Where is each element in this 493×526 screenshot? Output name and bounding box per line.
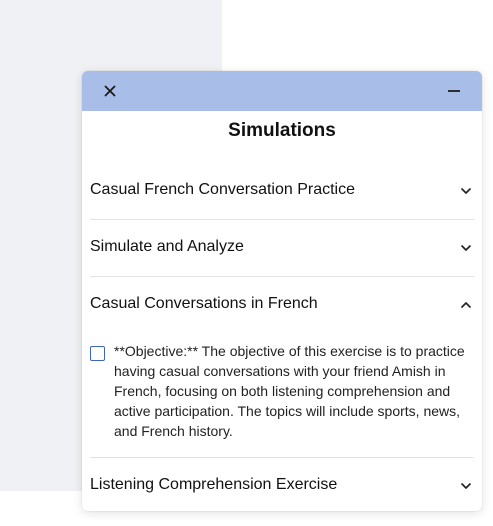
minimize-button[interactable] — [444, 81, 464, 101]
divider — [90, 457, 474, 458]
dialog-titlebar — [82, 71, 482, 111]
chevron-up-icon — [461, 302, 471, 308]
accordion-label: Casual French Conversation Practice — [90, 181, 356, 198]
dialog-title: Simulations — [228, 120, 336, 141]
accordion-header[interactable]: Casual Conversations in French — [90, 285, 474, 325]
divider — [90, 276, 474, 277]
accordion-header[interactable]: Casual French Conversation Practice — [90, 171, 474, 211]
accordion-header[interactable]: Listening Comprehension Exercise — [90, 466, 474, 506]
accordion-label: Casual Conversations in French — [90, 295, 318, 312]
divider — [90, 219, 474, 220]
close-button[interactable] — [100, 81, 120, 101]
chevron-down-icon — [461, 245, 471, 251]
simulations-dialog: Simulations Casual French Conversation P… — [82, 71, 482, 511]
accordion-label: Listening Comprehension Exercise — [90, 476, 338, 493]
accordion-header[interactable]: Simulate and Analyze — [90, 228, 474, 268]
chevron-down-icon — [461, 483, 471, 489]
chevron-down-icon — [461, 188, 471, 194]
task-checkbox[interactable] — [90, 346, 105, 361]
minimize-icon — [448, 90, 460, 92]
accordion-label: Simulate and Analyze — [90, 238, 244, 255]
task-text: **Objective:** The objective of this exe… — [114, 343, 465, 439]
close-icon — [104, 85, 116, 97]
